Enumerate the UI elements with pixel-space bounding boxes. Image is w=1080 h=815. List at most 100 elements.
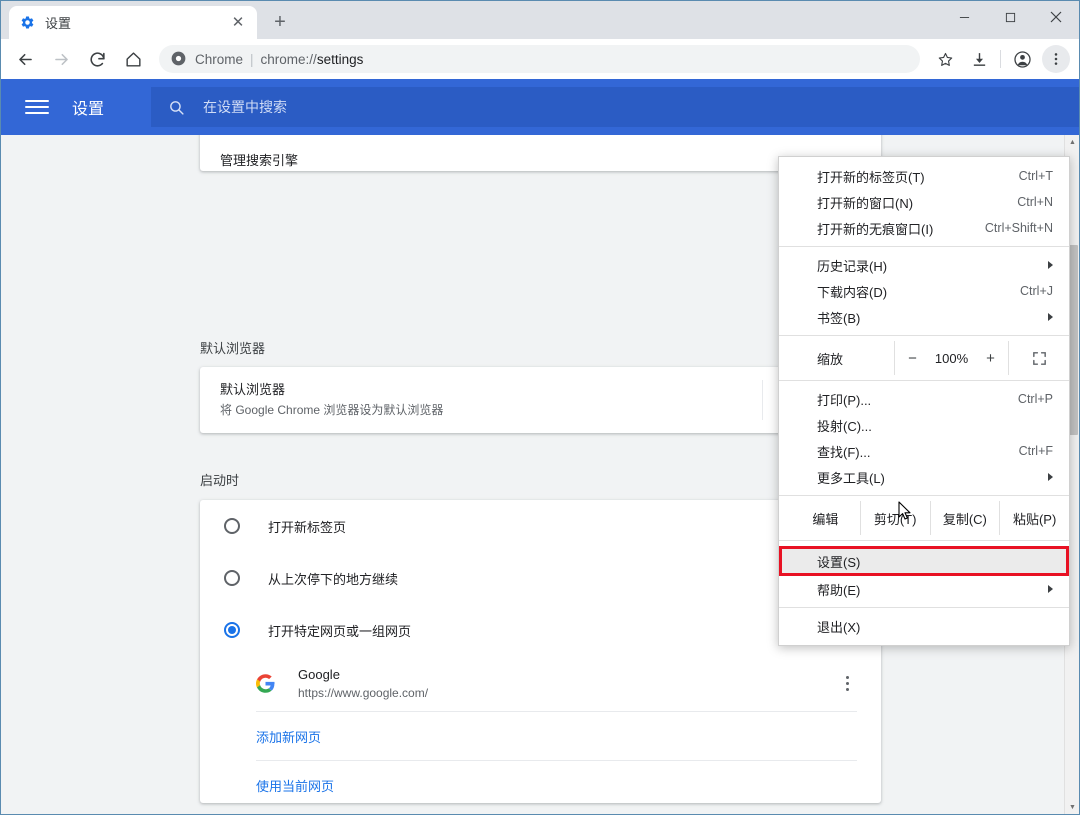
menu-item-label: 帮助(E) <box>817 582 861 598</box>
menu-item-label: 投射(C)... <box>817 418 872 434</box>
startup-entry-more-icon[interactable] <box>837 674 857 694</box>
copy-button[interactable]: 复制(C) <box>929 501 1000 535</box>
omnibox-url-prefix: chrome:// <box>260 51 317 67</box>
menu-item-more-tools[interactable]: 更多工具(L) <box>779 464 1069 490</box>
hamburger-menu-icon[interactable] <box>25 95 49 119</box>
startup-entry-texts: Google https://www.google.com/ <box>298 666 837 702</box>
menu-item-print[interactable]: 打印(P)... Ctrl+P <box>779 386 1069 412</box>
menu-item-label: 更多工具(L) <box>817 470 885 486</box>
menu-item-bookmarks[interactable]: 书签(B) <box>779 304 1069 330</box>
submenu-arrow-icon <box>1048 585 1053 593</box>
window-controls <box>941 1 1079 39</box>
use-current-pages-link[interactable]: 使用当前网页 <box>256 761 857 810</box>
radio-specific-pages[interactable] <box>224 622 240 638</box>
zoom-in-button[interactable]: + <box>986 350 995 367</box>
menu-item-new-tab[interactable]: 打开新的标签页(T) Ctrl+T <box>779 163 1069 189</box>
browser-toolbar: Chrome | chrome://settings <box>1 39 1079 79</box>
menu-item-accelerator: Ctrl+J <box>1020 284 1053 298</box>
zoom-out-button[interactable]: − <box>908 350 917 367</box>
omnibox-separator: | <box>250 51 254 67</box>
tab-close-icon[interactable]: ✕ <box>229 14 247 32</box>
maximize-button[interactable] <box>987 1 1033 33</box>
address-bar[interactable]: Chrome | chrome://settings <box>159 45 920 73</box>
edit-label: 编辑 <box>812 511 839 527</box>
minimize-button[interactable] <box>941 1 987 33</box>
chrome-main-menu: 打开新的标签页(T) Ctrl+T 打开新的窗口(N) Ctrl+N 打开新的无… <box>778 156 1070 646</box>
menu-item-label: 下载内容(D) <box>817 284 888 300</box>
menu-item-settings[interactable]: 设置(S) <box>779 546 1069 576</box>
home-icon[interactable] <box>118 44 148 74</box>
fullscreen-button[interactable] <box>1008 341 1069 375</box>
browser-tab-settings[interactable]: 设置 ✕ <box>9 6 257 39</box>
startup-entry-name: Google <box>298 666 340 682</box>
omnibox-url-suffix: settings <box>316 51 364 67</box>
startup-page-entry: Google https://www.google.com/ <box>256 656 857 712</box>
add-new-page-label: 添加新网页 <box>256 729 322 745</box>
menu-item-label: 打开新的标签页(T) <box>817 169 925 185</box>
startup-option-label: 打开新标签页 <box>268 519 347 535</box>
menu-separator <box>779 335 1069 336</box>
download-icon[interactable] <box>965 45 993 73</box>
submenu-arrow-icon <box>1048 313 1053 321</box>
menu-item-label: 书签(B) <box>817 310 861 326</box>
cut-button[interactable]: 剪切(T) <box>859 501 930 535</box>
menu-item-exit[interactable]: 退出(X) <box>779 613 1069 639</box>
chrome-menu-icon[interactable] <box>1042 45 1070 73</box>
menu-item-find[interactable]: 查找(F)... Ctrl+F <box>779 438 1069 464</box>
bookmark-star-icon[interactable] <box>931 45 959 73</box>
menu-separator <box>779 540 1069 541</box>
back-icon[interactable] <box>10 44 40 74</box>
omnibox-scheme-label: Chrome <box>195 51 244 67</box>
menu-separator <box>779 607 1069 608</box>
settings-page: 设置 在设置中搜索 管理搜索引擎 默认浏览器 默认浏览器 将 Google Ch… <box>1 79 1079 814</box>
menu-item-accelerator: Ctrl+F <box>1018 444 1053 458</box>
submenu-arrow-icon <box>1048 261 1053 269</box>
menu-item-label: 设置(S) <box>817 554 861 570</box>
settings-search-box[interactable]: 在设置中搜索 <box>151 87 1079 127</box>
menu-edit-row: 编辑 剪切(T) 复制(C) 粘贴(P) <box>779 501 1069 535</box>
zoom-controls: − 100% + <box>894 341 1008 375</box>
reload-icon[interactable] <box>82 44 112 74</box>
use-current-pages-label: 使用当前网页 <box>256 779 335 794</box>
paste-button[interactable]: 粘贴(P) <box>999 501 1069 535</box>
close-button[interactable] <box>1033 1 1079 33</box>
menu-item-history[interactable]: 历史记录(H) <box>779 252 1069 278</box>
menu-separator <box>779 380 1069 381</box>
default-browser-row-subtitle: 将 Google Chrome 浏览器设为默认浏览器 <box>220 403 444 417</box>
profile-avatar-icon[interactable] <box>1008 45 1036 73</box>
google-logo-icon <box>256 673 276 694</box>
menu-item-label: 查找(F)... <box>817 444 871 460</box>
menu-separator <box>779 246 1069 247</box>
settings-gear-favicon <box>19 15 35 31</box>
toolbar-divider <box>1000 50 1001 68</box>
radio-continue[interactable] <box>224 570 240 586</box>
startup-option-label: 从上次停下的地方继续 <box>268 571 399 587</box>
chrome-browser-window: 设置 ✕ + Chrome | chrome://settings 设置 在设置… <box>0 0 1080 815</box>
manage-search-engines-row[interactable]: 管理搜索引擎 <box>220 135 861 183</box>
zoom-level: 100% <box>934 350 969 366</box>
startup-option-label: 打开特定网页或一组网页 <box>268 623 412 639</box>
page-title: 设置 <box>72 101 105 118</box>
menu-item-new-window[interactable]: 打开新的窗口(N) Ctrl+N <box>779 189 1069 215</box>
new-tab-button[interactable]: + <box>265 7 295 37</box>
menu-separator <box>779 495 1069 496</box>
menu-item-downloads[interactable]: 下载内容(D) Ctrl+J <box>779 278 1069 304</box>
menu-item-new-incognito-window[interactable]: 打开新的无痕窗口(I) Ctrl+Shift+N <box>779 215 1069 241</box>
startup-entry-url: https://www.google.com/ <box>298 685 429 700</box>
add-new-page-link[interactable]: 添加新网页 <box>256 712 857 761</box>
menu-item-accelerator: Ctrl+P <box>1017 392 1053 406</box>
settings-header-bar: 设置 在设置中搜索 <box>1 79 1079 135</box>
manage-search-engines-label: 管理搜索引擎 <box>220 152 299 168</box>
radio-new-tab[interactable] <box>224 518 240 534</box>
menu-item-cast[interactable]: 投射(C)... <box>779 412 1069 438</box>
menu-item-label: 退出(X) <box>817 619 861 635</box>
menu-item-label: 打印(P)... <box>817 392 872 408</box>
tab-title: 设置 <box>45 16 72 31</box>
menu-item-label: 历史记录(H) <box>817 258 888 274</box>
menu-item-accelerator: Ctrl+Shift+N <box>984 221 1053 235</box>
forward-icon[interactable] <box>46 44 76 74</box>
scrollbar-down-arrow[interactable]: ▼ <box>1065 800 1079 814</box>
chrome-logo-icon <box>171 51 187 67</box>
scrollbar-up-arrow[interactable]: ▲ <box>1065 135 1079 150</box>
menu-item-help[interactable]: 帮助(E) <box>779 576 1069 602</box>
